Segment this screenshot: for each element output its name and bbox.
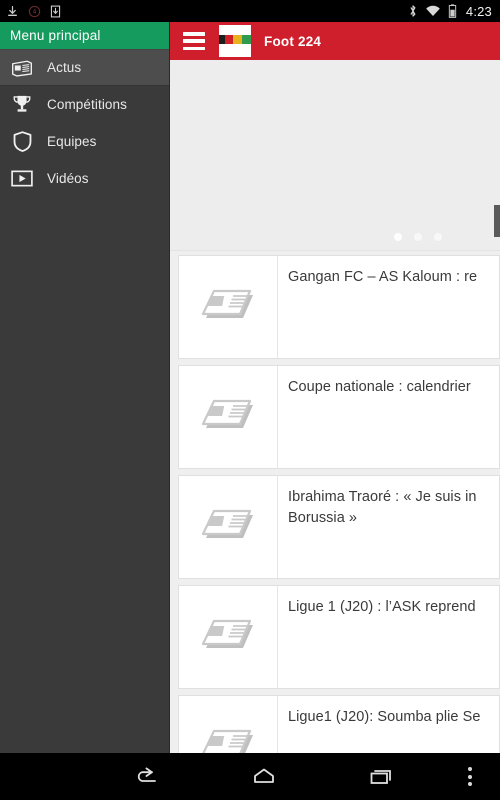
- sidebar-item-label: Actus: [47, 60, 82, 75]
- newspaper-icon: [9, 55, 35, 81]
- newspaper-placeholder-icon: [179, 366, 278, 468]
- carousel-dot[interactable]: [394, 233, 402, 241]
- trophy-icon: [9, 91, 35, 117]
- carousel-page-indicator: [394, 233, 442, 241]
- back-button[interactable]: [88, 753, 205, 800]
- news-list: Gangan FC – AS Kaloum : re Coupe nationa…: [170, 251, 500, 778]
- home-icon: [254, 768, 274, 783]
- sidebar-item-videos[interactable]: Vidéos: [0, 160, 169, 197]
- drawer-item-list: Actus Compétitions Equipes Vidéos: [0, 49, 169, 197]
- main-content: Gangan FC – AS Kaloum : re Coupe nationa…: [170, 60, 500, 778]
- recents-button[interactable]: [323, 753, 440, 800]
- list-item[interactable]: Gangan FC – AS Kaloum : re: [178, 255, 500, 359]
- newspaper-placeholder-icon: [179, 256, 278, 358]
- download-icon: [8, 5, 17, 16]
- download-count-icon: 4: [28, 5, 41, 17]
- news-title: Gangan FC – AS Kaloum : re: [288, 269, 478, 285]
- status-bar-left-icons: 4: [6, 5, 408, 18]
- app-bar-title: Foot 224: [264, 33, 322, 49]
- carousel-scrollbar[interactable]: [494, 205, 500, 237]
- sidebar-item-competitions[interactable]: Compétitions: [0, 86, 169, 123]
- carousel-dot[interactable]: [434, 233, 442, 241]
- drawer-header-title: Menu principal: [10, 28, 101, 43]
- save-to-device-icon: [50, 5, 61, 17]
- hamburger-menu-icon[interactable]: [183, 32, 205, 50]
- app-logo-icon: [219, 25, 251, 57]
- drawer-header: Menu principal: [0, 22, 169, 49]
- recents-icon: [370, 769, 392, 784]
- news-title: Ligue 1 (J20) : l’ASK reprend: [288, 599, 476, 615]
- sidebar-item-label: Vidéos: [47, 170, 89, 186]
- carousel-dot[interactable]: [414, 233, 422, 241]
- sidebar-item-label: Equipes: [47, 133, 97, 149]
- shield-icon: [9, 128, 35, 154]
- more-vertical-icon: [467, 767, 472, 786]
- list-item[interactable]: Ligue 1 (J20) : l’ASK reprend: [178, 585, 500, 689]
- wifi-icon: [426, 5, 440, 16]
- home-button[interactable]: [205, 753, 322, 800]
- app-bar: Foot 224: [170, 22, 500, 60]
- android-navigation-bar: [0, 753, 500, 800]
- featured-carousel[interactable]: [170, 60, 500, 251]
- battery-icon: [448, 4, 457, 18]
- list-item[interactable]: Coupe nationale : calendrier: [178, 365, 500, 469]
- status-bar: 4 4:23: [0, 0, 500, 22]
- status-bar-clock: 4:23: [465, 3, 492, 19]
- newspaper-placeholder-icon: [179, 476, 278, 578]
- app-screen: 4 4:23 Menu principal Actus Compétitions…: [0, 0, 500, 800]
- overflow-menu-button[interactable]: [440, 753, 500, 800]
- newspaper-placeholder-icon: [179, 586, 278, 688]
- navigation-drawer: Menu principal Actus Compétitions Equipe…: [0, 22, 170, 778]
- sidebar-item-label: Compétitions: [47, 96, 127, 112]
- news-title: Coupe nationale : calendrier: [288, 379, 471, 395]
- sidebar-item-actus[interactable]: Actus: [0, 49, 169, 86]
- sidebar-item-equipes[interactable]: Equipes: [0, 123, 169, 160]
- news-title: Ibrahima Traoré : « Je suis in Borussia …: [288, 489, 477, 526]
- svg-text:4: 4: [33, 9, 37, 15]
- video-play-icon: [9, 165, 35, 191]
- status-bar-right-icons: 4:23: [408, 4, 492, 19]
- bluetooth-icon: [410, 5, 416, 17]
- list-item[interactable]: Ibrahima Traoré : « Je suis in Borussia …: [178, 475, 500, 579]
- back-arrow-icon: [137, 767, 156, 782]
